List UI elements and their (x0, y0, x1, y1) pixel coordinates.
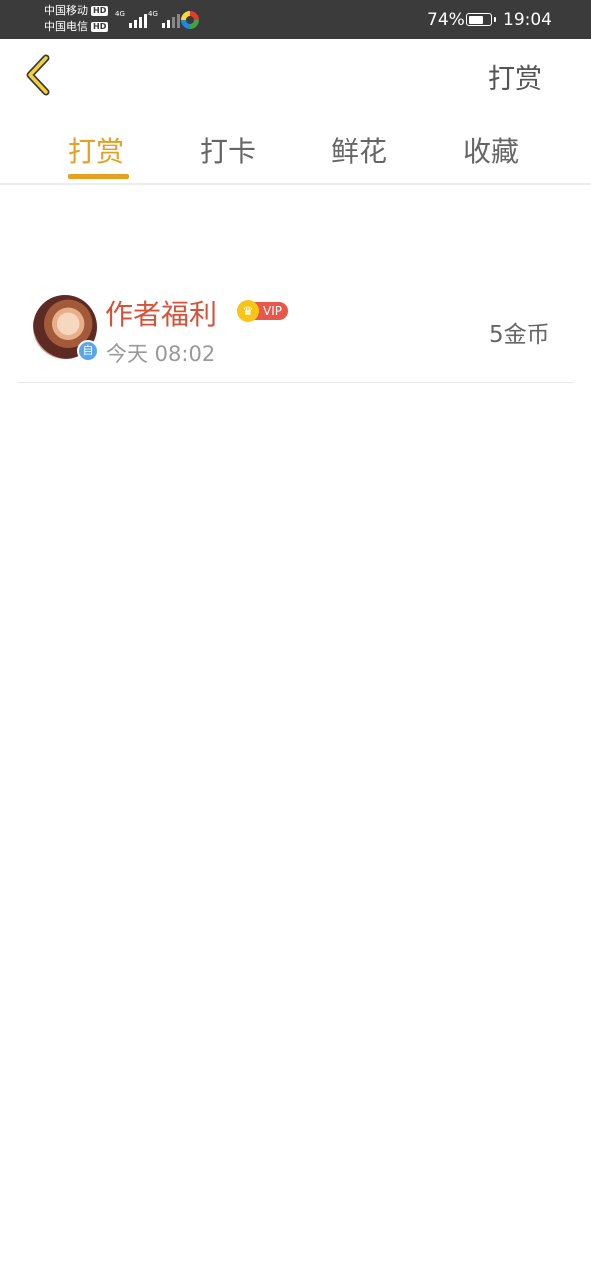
hd-badge: HD (91, 22, 109, 32)
tab-checkin[interactable]: 打卡 (200, 130, 256, 170)
vip-badge: ♛ VIP (237, 300, 288, 322)
tab-reward[interactable]: 打赏 (68, 130, 124, 170)
signal-icon: 4G (148, 10, 180, 28)
tab-flowers[interactable]: 鲜花 (331, 130, 387, 170)
signal-icon: 4G (115, 10, 147, 28)
list-item[interactable]: 自 作者福利 ♛ VIP 今天 08:02 5金币 (0, 288, 591, 384)
tab-favorites[interactable]: 收藏 (463, 130, 519, 170)
author-badge-icon: 自 (77, 340, 99, 362)
divider (17, 382, 574, 383)
carrier-1: 中国移动 HD (44, 3, 109, 19)
network-type-2: 4G (148, 10, 158, 18)
reward-amount: 5金币 (489, 322, 550, 348)
app-notification-icon (181, 11, 199, 29)
tab-bar: 打赏 打卡 鲜花 收藏 (0, 126, 591, 182)
hd-badge: HD (91, 6, 109, 16)
active-tab-indicator (68, 174, 129, 179)
back-button[interactable] (22, 54, 56, 96)
carrier-2: 中国电信 HD (44, 19, 109, 35)
carrier-info: 中国移动 HD 中国电信 HD (44, 3, 109, 35)
battery-fill (468, 15, 484, 24)
status-bar: 中国移动 HD 中国电信 HD 4G 4G 74% 19:04 (0, 0, 591, 39)
carrier-2-label: 中国电信 (44, 20, 88, 33)
battery-percentage: 74% (427, 10, 465, 30)
header-reward-button[interactable]: 打赏 (488, 57, 542, 96)
clock: 19:04 (503, 10, 552, 30)
network-type-1: 4G (115, 10, 125, 18)
user-name[interactable]: 作者福利 (105, 293, 217, 333)
divider (0, 183, 591, 185)
battery-icon (466, 13, 496, 26)
crown-icon: ♛ (237, 300, 259, 322)
chevron-left-icon (26, 54, 50, 96)
timestamp: 今天 08:02 (106, 342, 216, 366)
carrier-1-label: 中国移动 (44, 4, 88, 17)
